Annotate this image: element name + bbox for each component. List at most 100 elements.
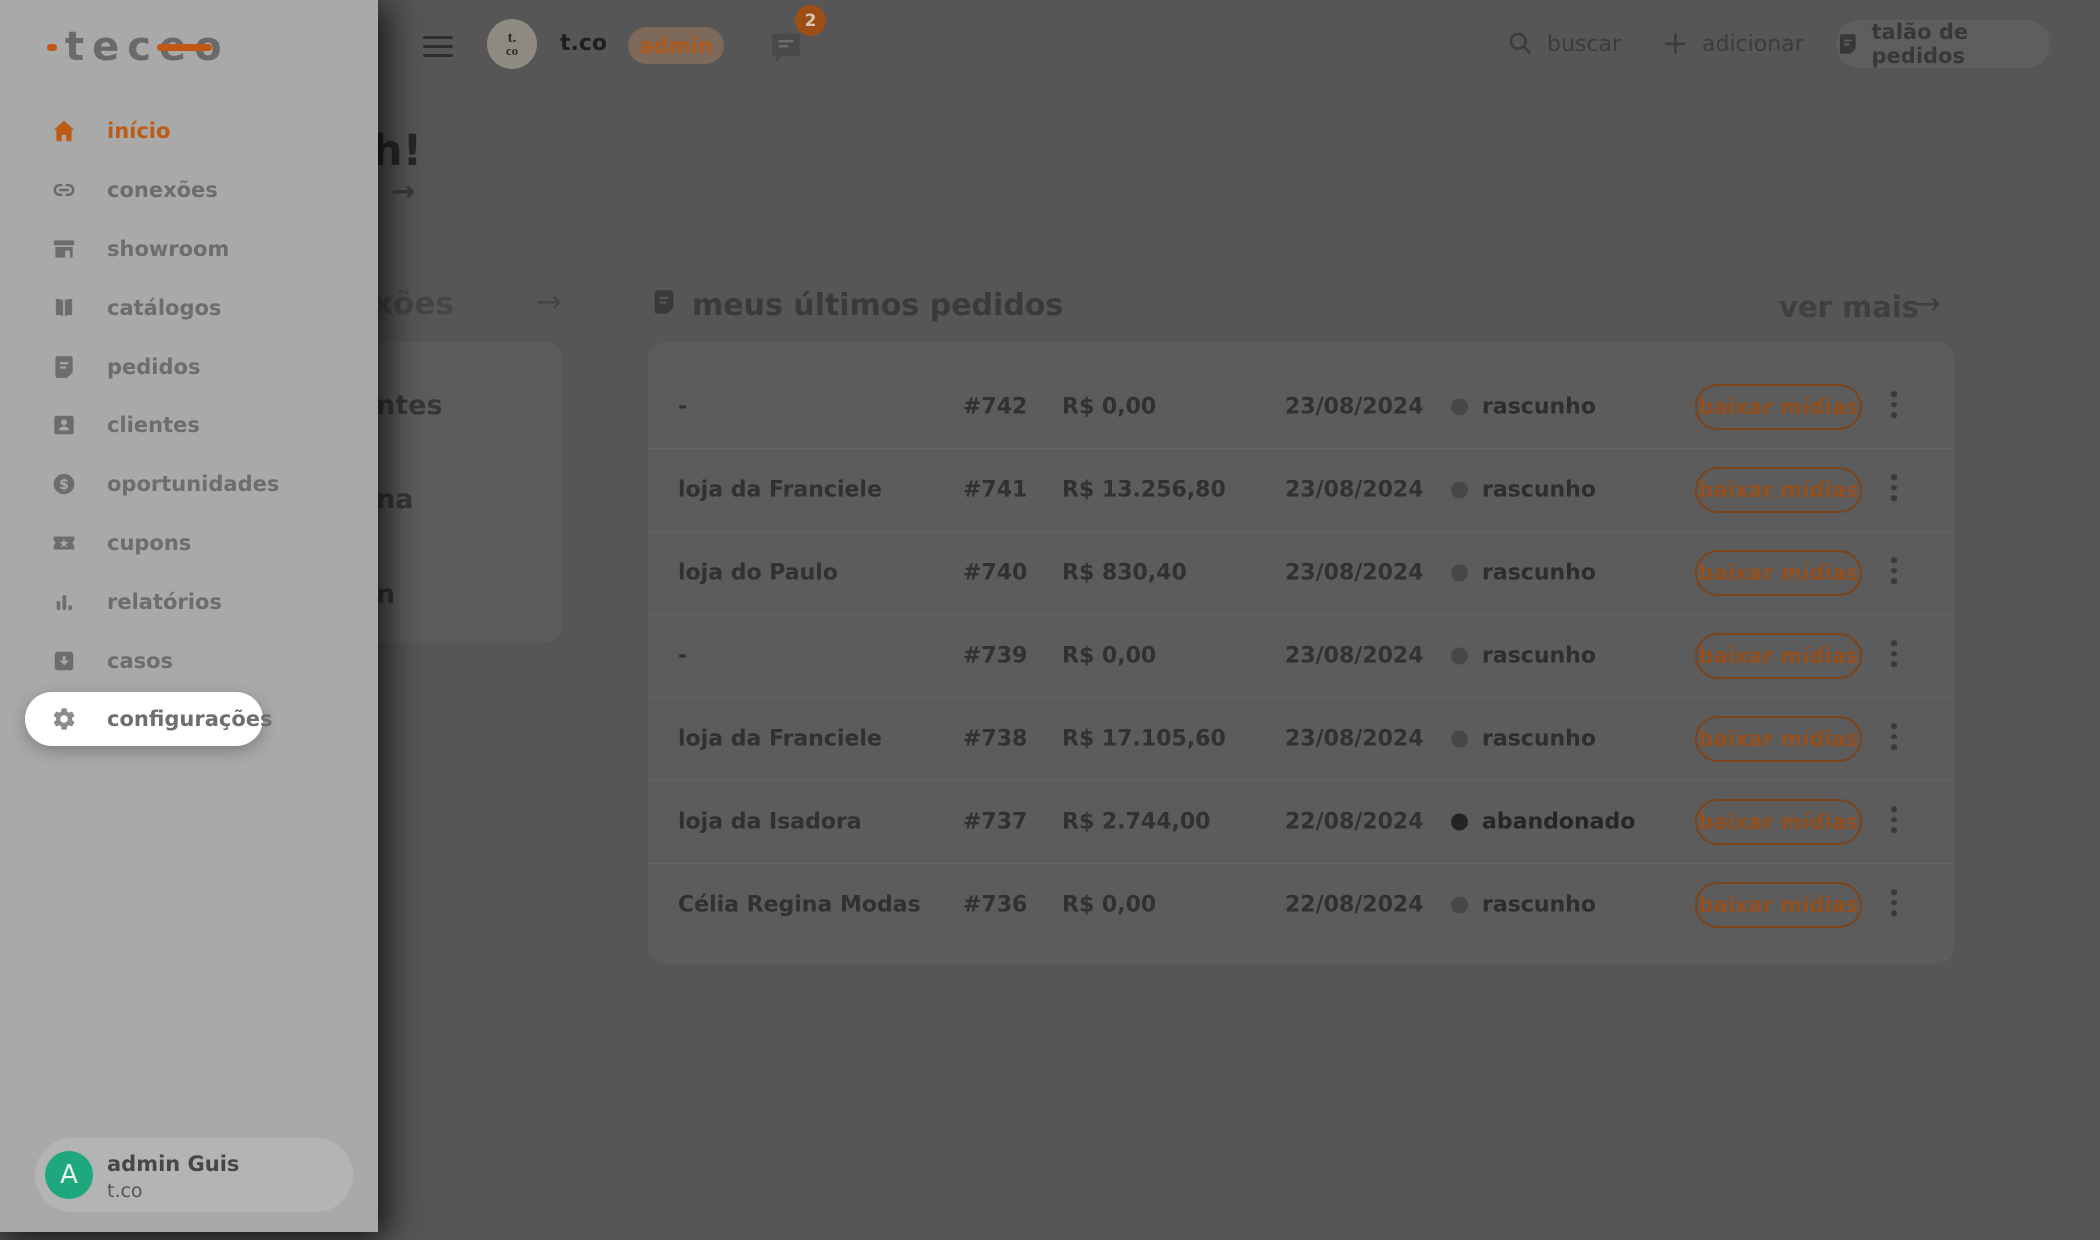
row-menu-icon[interactable]	[1891, 640, 1897, 672]
sidebar-item-pedidos[interactable]: pedidos	[0, 337, 378, 396]
order-store: loja da Isadora	[678, 809, 862, 835]
status-label: rascunho	[1482, 394, 1596, 420]
download-media-button[interactable]: baixar mídias	[1695, 467, 1862, 513]
add-icon[interactable]: +	[1662, 24, 1689, 62]
order-pad-button[interactable]: talão de pedidos	[1836, 20, 2050, 68]
sidebar-item-configuracoes[interactable]: configurações	[25, 692, 273, 747]
add-button-label[interactable]: adicionar	[1702, 32, 1804, 57]
order-total: R$ 2.744,00	[1062, 809, 1211, 835]
download-media-button[interactable]: baixar mídias	[1695, 633, 1862, 679]
download-media-button[interactable]: baixar mídias	[1695, 799, 1862, 845]
user-name: admin Guis	[107, 1152, 240, 1176]
order-date: 23/08/2024	[1285, 477, 1424, 503]
sidebar-item-cupons[interactable]: ★ cupons	[0, 514, 378, 573]
row-menu-icon[interactable]	[1891, 557, 1897, 589]
orders-section-title: meus últimos pedidos	[692, 288, 1064, 323]
sidebar-item-conexoes[interactable]: conexões	[0, 161, 378, 220]
order-total: R$ 830,40	[1062, 560, 1187, 586]
download-media-button[interactable]: baixar mídias	[1695, 384, 1862, 430]
orders-card: - #742 R$ 0,00 23/08/2024 rascunho baixa…	[648, 342, 1955, 964]
download-media-button[interactable]: baixar mídias	[1695, 716, 1862, 762]
sidebar-item-label: casos	[107, 648, 174, 673]
sidebar-item-casos[interactable]: casos	[0, 631, 378, 690]
status-dot	[1451, 813, 1468, 831]
table-row[interactable]: loja da Isadora #737 R$ 2.744,00 22/08/2…	[648, 781, 1955, 864]
row-menu-icon[interactable]	[1891, 806, 1897, 838]
user-org: t.co	[107, 1180, 143, 1202]
sidebar-item-oportunidades[interactable]: $ oportunidades	[0, 455, 378, 514]
download-media-button[interactable]: baixar mídias	[1695, 882, 1862, 928]
order-date: 23/08/2024	[1285, 726, 1424, 752]
search-icon[interactable]	[1506, 29, 1534, 61]
svg-text:$: $	[59, 477, 69, 493]
order-number: #742	[963, 394, 1028, 420]
download-media-button[interactable]: baixar mídias	[1695, 550, 1862, 596]
orders-section-icon	[650, 288, 678, 320]
row-menu-icon[interactable]	[1891, 391, 1897, 423]
table-row[interactable]: - #742 R$ 0,00 23/08/2024 rascunho baixa…	[648, 366, 1955, 449]
greeting-arrow-icon[interactable]: →	[391, 174, 415, 208]
document-icon	[55, 355, 73, 378]
row-menu-icon[interactable]	[1891, 723, 1897, 755]
table-row[interactable]: - #739 R$ 0,00 23/08/2024 rascunho baixa…	[648, 615, 1955, 698]
sidebar-item-label: início	[107, 119, 171, 144]
row-menu-icon[interactable]	[1891, 889, 1897, 921]
role-badge-label: admin	[639, 33, 713, 58]
workspace-avatar[interactable]: t. co	[487, 19, 537, 69]
see-more-link[interactable]: ver mais	[1779, 290, 1919, 324]
order-date: 22/08/2024	[1285, 809, 1424, 835]
order-total: R$ 0,00	[1062, 394, 1157, 420]
status-dot	[1451, 647, 1468, 665]
sidebar-item-label: clientes	[107, 413, 200, 438]
sidebar-item-showroom[interactable]: showroom	[0, 220, 378, 279]
table-row[interactable]: loja da Franciele #738 R$ 17.105,60 23/0…	[648, 698, 1955, 781]
svg-text:★: ★	[58, 536, 69, 551]
sidebar-item-relatorios[interactable]: relatórios	[0, 572, 378, 631]
user-profile[interactable]: A admin Guis t.co	[35, 1138, 353, 1212]
app-root: t. co t.co admin 2 buscar + adicionar ta…	[0, 0, 2100, 1240]
greeting-text-fragment: h!	[372, 126, 423, 176]
order-store: -	[678, 643, 688, 669]
connection-name-fragment: ntes	[376, 390, 443, 421]
sidebar-item-label: pedidos	[107, 354, 201, 379]
menu-icon[interactable]	[423, 36, 453, 58]
see-more-arrow-icon[interactable]: →	[1915, 286, 1941, 322]
status-label: rascunho	[1482, 643, 1596, 669]
status-label: rascunho	[1482, 560, 1596, 586]
table-row[interactable]: Célia Regina Modas #736 R$ 0,00 22/08/20…	[648, 864, 1955, 946]
order-number: #741	[963, 477, 1028, 503]
status-dot	[1451, 481, 1468, 499]
table-row[interactable]: loja do Paulo #740 R$ 830,40 23/08/2024 …	[648, 532, 1955, 615]
order-pad-label: talão de pedidos	[1871, 20, 1969, 68]
row-menu-icon[interactable]	[1891, 474, 1897, 506]
order-store: loja da Franciele	[678, 477, 882, 503]
search-button-label[interactable]: buscar	[1547, 32, 1621, 57]
workspace-name[interactable]: t.co	[560, 31, 607, 56]
order-number: #740	[963, 560, 1028, 586]
bar-chart-icon	[56, 594, 73, 610]
sidebar-item-inicio[interactable]: início	[0, 102, 378, 161]
table-row[interactable]: loja da Franciele #741 R$ 13.256,80 23/0…	[648, 449, 1955, 532]
sidebar: teceo início conexões showroom catálogos…	[0, 0, 378, 1232]
connections-arrow-icon[interactable]: →	[536, 284, 562, 320]
workspace-avatar-text-bottom: co	[505, 42, 519, 58]
status-label: rascunho	[1482, 726, 1596, 752]
order-store: loja da Franciele	[678, 726, 882, 752]
role-badge: admin	[628, 27, 724, 64]
order-number: #738	[963, 726, 1028, 752]
order-date: 23/08/2024	[1285, 560, 1424, 586]
dollar-circle-icon: $	[53, 473, 75, 495]
sidebar-item-catalogos[interactable]: catálogos	[0, 278, 378, 337]
order-pad-icon	[1839, 34, 1856, 54]
sidebar-item-label: cupons	[107, 530, 192, 555]
user-avatar-initial: A	[60, 1160, 78, 1190]
logo-dot	[47, 44, 57, 51]
sidebar-item-label: configurações	[107, 707, 273, 732]
chat-unread-badge: 2	[795, 5, 826, 36]
chat-icon[interactable]	[771, 31, 801, 69]
teceo-logo: teceo	[45, 24, 265, 70]
status-dot	[1451, 398, 1468, 416]
sidebar-item-clientes[interactable]: clientes	[0, 396, 378, 455]
order-total: R$ 17.105,60	[1062, 726, 1226, 752]
book-icon	[55, 298, 73, 317]
